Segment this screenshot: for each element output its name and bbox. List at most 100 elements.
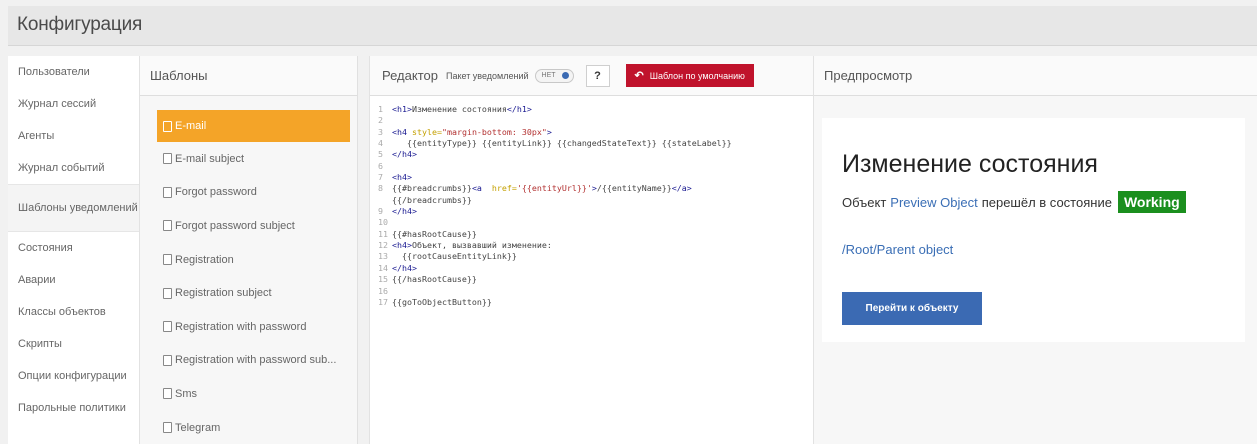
file-icon bbox=[163, 388, 172, 400]
default-template-button[interactable]: ↶ Шаблон по умолчанию bbox=[625, 64, 754, 87]
template-item-label: Telegram bbox=[175, 421, 221, 434]
code-token: <h4> bbox=[392, 240, 412, 251]
line-number: 1 bbox=[378, 104, 383, 114]
template-item[interactable]: Forgot password subject bbox=[157, 209, 350, 243]
template-item[interactable]: Telegram bbox=[157, 411, 350, 444]
editor-toolbar: Редактор Пакет уведомлений НЕТ ? ↶ Шабло… bbox=[370, 56, 813, 96]
code-line: 15 {{/hasRootCause}} bbox=[378, 274, 807, 285]
code-token: {{goToObjectButton}} bbox=[392, 296, 492, 307]
breadcrumb-link[interactable]: /Root/Parent object bbox=[842, 242, 953, 257]
template-item[interactable]: Sms bbox=[157, 377, 350, 411]
line-number: 2 bbox=[378, 115, 383, 126]
code-line: 13 {{rootCauseEntityLink}} bbox=[378, 251, 807, 262]
code-token: > bbox=[546, 126, 552, 137]
package-label: Пакет уведомлений bbox=[445, 70, 529, 81]
line-number bbox=[378, 195, 392, 206]
code-token: </a> bbox=[671, 183, 692, 194]
code-token: {{#breadcrumbs}} bbox=[392, 183, 472, 194]
sidebar-item[interactable]: Опции конфигурации bbox=[8, 360, 139, 392]
sidebar-item[interactable]: Классы объектов bbox=[8, 296, 139, 328]
template-item-label: Forgot password bbox=[175, 186, 257, 199]
toggle-value: НЕТ bbox=[541, 72, 556, 79]
code-token: {{#hasRootCause}} bbox=[392, 228, 477, 239]
file-icon bbox=[163, 220, 172, 232]
line-number: 9 bbox=[378, 206, 383, 217]
editor-heading: Редактор bbox=[382, 68, 438, 83]
code-line: 16 bbox=[378, 286, 807, 297]
code-line: 4 {{entityType}} {{entityLink}} {{change… bbox=[378, 138, 807, 149]
code-token: <h4 bbox=[392, 126, 412, 137]
code-line: 9 </h4> bbox=[378, 206, 807, 217]
line-number: 14 bbox=[378, 262, 388, 273]
code-token: "margin-bottom: 30px" bbox=[441, 126, 547, 137]
code-line: 2 bbox=[378, 115, 807, 126]
line-number: 8 bbox=[378, 183, 383, 194]
template-item[interactable]: Registration with password bbox=[157, 310, 350, 344]
default-template-label: Шаблон по умолчанию bbox=[649, 70, 745, 81]
code-line: 8 {{#breadcrumbs}} <a href= '{{entityUrl}}'… bbox=[378, 183, 807, 194]
toggle-knob bbox=[561, 72, 569, 79]
sidebar-item[interactable]: Аварии bbox=[8, 264, 139, 296]
templates-list: E-mail E-mail subject Forgot password Forgo… bbox=[140, 96, 357, 444]
object-link[interactable]: Preview Object bbox=[890, 195, 977, 210]
template-item-label: E-mail bbox=[175, 120, 207, 132]
sidebar-item[interactable]: Шаблоны уведомлений bbox=[8, 184, 139, 232]
code-line: 12 <h4> Объект, вызвавший изменение: bbox=[378, 240, 807, 251]
template-item[interactable]: Registration bbox=[157, 243, 350, 277]
template-item-label: Registration subject bbox=[175, 287, 272, 300]
line-number: 13 bbox=[378, 251, 388, 262]
template-item[interactable]: E-mail subject bbox=[157, 142, 350, 176]
sidebar-item[interactable]: Журнал сессий bbox=[8, 88, 139, 120]
file-icon bbox=[163, 186, 172, 198]
sidebar-item[interactable]: Пользователи bbox=[8, 56, 139, 88]
template-item[interactable]: Forgot password bbox=[157, 176, 350, 210]
goto-object-button[interactable]: Перейти к объекту bbox=[842, 292, 982, 325]
line-number: 12 bbox=[378, 240, 388, 251]
code-line: {{/breadcrumbs}} bbox=[378, 195, 807, 206]
template-item[interactable]: Registration subject bbox=[157, 276, 350, 310]
code-token: {{/breadcrumbs}} bbox=[392, 194, 472, 205]
code-line: 1 <h1> Изменение состояния </h1> bbox=[378, 104, 807, 115]
code-token: {{/hasRootCause}} bbox=[392, 274, 477, 285]
line-number: 10 bbox=[378, 217, 388, 228]
code-line: 5 </h4> bbox=[378, 149, 807, 160]
file-icon bbox=[163, 153, 172, 165]
template-item[interactable]: Registration with password sub... bbox=[157, 344, 350, 378]
preview-heading: Предпросмотр bbox=[814, 56, 1257, 96]
code-line: 3 <h4 style= "margin-bottom: 30px" > bbox=[378, 127, 807, 138]
line-number: 6 bbox=[378, 160, 383, 171]
code-token: Объект, вызвавший изменение: bbox=[411, 240, 552, 251]
code-token: </h1> bbox=[506, 104, 532, 114]
sidebar-item[interactable]: Журнал событий bbox=[8, 152, 139, 184]
file-icon bbox=[163, 354, 172, 366]
object-label: Объект bbox=[842, 194, 887, 210]
code-token: Изменение состояния bbox=[411, 104, 507, 114]
sidebar-item[interactable]: Скрипты bbox=[8, 328, 139, 360]
template-item-label: Registration with password bbox=[175, 320, 307, 333]
code-token: {{entityType}} {{entityLink}} {{changedS… bbox=[392, 138, 732, 149]
sidebar-item[interactable]: Парольные политики bbox=[8, 392, 139, 424]
file-icon bbox=[163, 120, 172, 132]
templates-heading: Шаблоны bbox=[140, 56, 357, 96]
template-item[interactable]: E-mail bbox=[157, 110, 350, 142]
template-item-label: Sms bbox=[175, 387, 197, 400]
sidebar-item[interactable]: Состояния bbox=[8, 232, 139, 264]
line-number: 4 bbox=[378, 138, 383, 149]
code-token: href= bbox=[491, 183, 517, 194]
preview-panel: Предпросмотр Изменение состояния Объект … bbox=[813, 56, 1257, 444]
code-line: 17 {{goToObjectButton}} bbox=[378, 297, 807, 308]
template-item-label: Forgot password subject bbox=[175, 219, 295, 232]
preview-state-line: Объект Preview Object перешёл в состояни… bbox=[842, 191, 1186, 213]
file-icon bbox=[163, 287, 172, 299]
code-line: 7 <h4> bbox=[378, 172, 807, 183]
state-badge: Working bbox=[1117, 191, 1186, 213]
code-editor[interactable]: 1 <h1> Изменение состояния </h1> 2 3 <h4 style… bbox=[370, 96, 813, 308]
code-line: 6 bbox=[378, 161, 807, 172]
sidebar-item[interactable]: Агенты bbox=[8, 120, 139, 152]
code-token: <h4> bbox=[392, 172, 412, 183]
undo-icon: ↶ bbox=[634, 70, 644, 82]
help-button[interactable]: ? bbox=[585, 64, 610, 87]
code-line: 11 {{#hasRootCause}} bbox=[378, 229, 807, 240]
template-item-label: E-mail subject bbox=[175, 152, 245, 165]
package-toggle[interactable]: НЕТ bbox=[534, 68, 574, 83]
